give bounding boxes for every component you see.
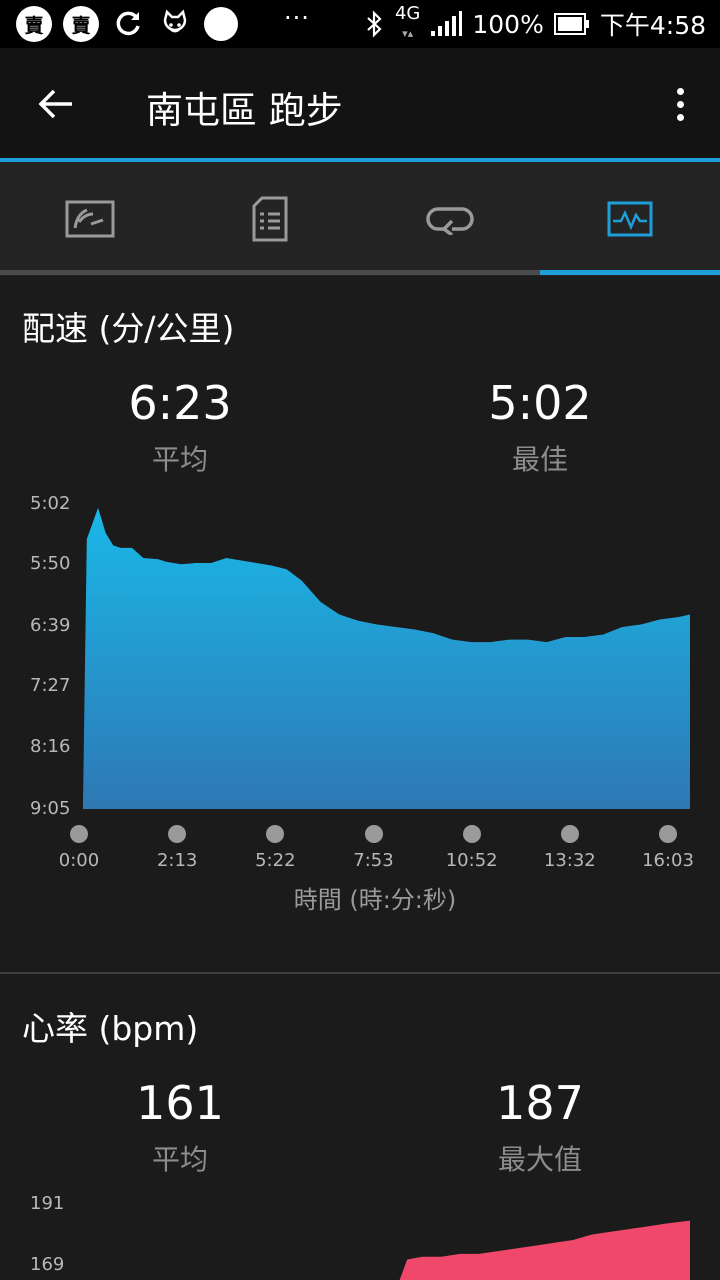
tab-charts[interactable] [540,162,720,276]
pace-average-label: 平均 [151,443,208,476]
back-button[interactable] [30,78,82,130]
tab-laps[interactable] [360,162,540,276]
pace-x-tick-dot[interactable] [70,825,88,843]
pace-x-tick-dot[interactable] [364,825,383,843]
pace-x-tick-label: 16:03 [642,850,694,871]
pace-x-tick-label: 10:52 [445,850,498,871]
notification-icons: 賣 賣 [16,6,238,42]
pace-x-tick-label: 13:32 [543,850,596,871]
more-notifications-icon: ··· [284,4,310,32]
heart-rate-area-series [399,1220,690,1280]
pace-best-label: 最佳 [511,443,568,476]
system-indicators: 4G ▾▴ 100% 下午4:58 [365,0,706,48]
pace-best-value: 5:02 [488,376,592,430]
gauge-icon [65,200,115,238]
cat-icon [157,6,193,42]
pace-x-tick-label: 2:13 [156,850,198,871]
tab-overview[interactable] [0,162,180,276]
heart-rate-max-label: 最大值 [497,1143,582,1176]
battery-percent: 100% [472,9,544,39]
pace-x-tick-dot[interactable] [266,825,285,843]
heart-rate-section-title: 心率 (bpm) [22,1009,199,1048]
app-bar: 南屯區 跑步 [0,48,720,160]
clock: 下午4:58 [599,11,706,40]
dot-icon [676,113,684,121]
tab-details[interactable] [180,162,360,276]
battery-icon [553,13,589,35]
sync-icon [110,6,146,42]
pace-x-tick-dot[interactable] [560,825,579,843]
circle-icon [204,7,238,41]
pace-x-tick-label: 7:53 [353,850,394,871]
signal-icon [431,11,463,36]
pace-section-title: 配速 (分/公里) [22,309,235,348]
status-bar: 賣 賣 ··· 4G ▾▴ 100% 下午4:58 [0,0,720,48]
pace-x-tick-label: 5:22 [255,850,296,871]
pace-x-tick-dot[interactable] [659,825,677,843]
pace-x-axis-title: 時間 (時:分:秒) [293,886,457,914]
pace-chart [83,507,690,809]
pace-x-tick-dot[interactable] [462,825,481,843]
notification-badge-icon: 賣 [16,6,52,42]
pace-area-series [83,507,690,809]
heart-rate-chart [399,1220,690,1280]
overflow-menu-button[interactable] [660,78,700,130]
bluetooth-icon [367,10,382,38]
dot-icon [676,100,684,108]
tab-bar [0,162,720,276]
loop-icon [426,207,474,235]
dot-icon [676,87,684,95]
heart-rate-average-label: 平均 [151,1143,208,1176]
pace-average-value: 6:23 [128,376,232,430]
tab-underline [0,270,720,275]
page-title: 南屯區 跑步 [146,89,343,132]
list-document-icon [252,196,288,242]
notification-badge-icon: 賣 [63,6,99,42]
pace-x-tick-dot[interactable] [168,825,187,843]
pace-x-tick-label: 0:00 [58,850,100,871]
network-type-label: 4G ▾▴ [394,3,421,41]
arrow-left-icon [38,89,72,119]
chart-pulse-icon [607,201,653,237]
heart-rate-max-value: 187 [496,1076,584,1130]
heart-rate-average-value: 161 [136,1076,224,1130]
tab-active-indicator [540,270,720,275]
section-divider [0,972,720,974]
